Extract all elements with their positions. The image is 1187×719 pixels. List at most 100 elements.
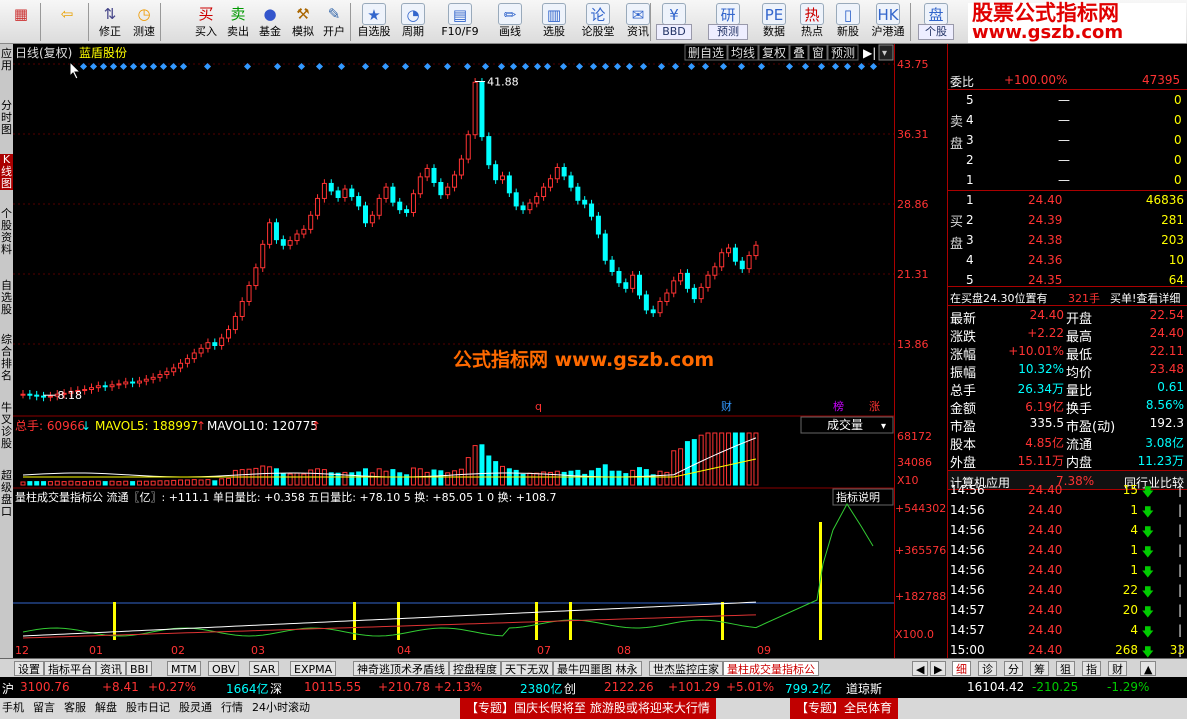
bottom-link-6[interactable]: 行情	[221, 700, 243, 716]
volume-bar	[68, 480, 74, 486]
money-icon: ¥	[662, 3, 686, 25]
toolbar-button-7[interactable]: ⚒ 模拟	[288, 1, 318, 43]
indicator-tab-3[interactable]: BBI	[126, 661, 153, 676]
toolbar-button-17[interactable]: BBD	[656, 23, 692, 43]
big-order-notice[interactable]: 在买盘24.30位置有 321手 买单!查看详细	[948, 286, 1187, 306]
side-tab-7[interactable]: 超级盘口	[0, 470, 13, 518]
toolbar-button-5[interactable]: 卖卖出	[224, 1, 252, 43]
indicator-tab-7[interactable]: EXPMA	[290, 661, 337, 676]
side-tab-1[interactable]: 分时图	[0, 100, 13, 136]
toolbar-button-4[interactable]: 买买入	[192, 1, 220, 43]
toolbar-button-9[interactable]: ★ 自选股	[354, 1, 394, 43]
volume-bar	[123, 480, 129, 486]
kline-chart-area[interactable]: 日线(复权) 蓝盾股份 删自选 均线 复权叠窗预测 ▶| ▾ 41.88 8.18 公式指标网 w…	[13, 44, 894, 658]
side-tab-3[interactable]: 个股资料	[0, 208, 13, 256]
bottom-link-7[interactable]: 24小时滚动	[252, 700, 310, 716]
tick-time: 14:56	[950, 503, 985, 517]
toolbar-button-22[interactable]: ▯ 新股	[830, 1, 866, 43]
indicator-tab-2[interactable]: 资讯	[96, 661, 126, 676]
news-banner-1[interactable]: 【专题】全民体育	[790, 698, 899, 719]
tick-row: 14:56 24.40 15 🡇 |	[948, 480, 1187, 500]
panel-tab-6[interactable]: 财	[1108, 661, 1127, 676]
toolbar-button-13[interactable]: ▥ 选股	[536, 1, 572, 43]
volume-bar	[500, 465, 505, 486]
panel-tab-3[interactable]: 筹	[1030, 661, 1049, 676]
indicator-tab-6[interactable]: SAR	[249, 661, 280, 676]
side-tab-0[interactable]: 应用	[0, 48, 13, 72]
tick-price: 24.40	[1028, 543, 1063, 557]
indicator-tab-0[interactable]: 设置	[14, 661, 44, 676]
tab-scroll-right-button[interactable]: ▶	[930, 661, 947, 676]
toolbar-button-14[interactable]: 论论股堂	[576, 1, 620, 43]
indicator-tabs: 设置 指标平台 资讯 BBI MTM OBV SAR EXPMA 神奇逃顶术矛盾线 控盘程度 天下无…	[0, 658, 1187, 677]
bottom-link-2[interactable]: 客服	[64, 700, 86, 716]
indicator-tab-4[interactable]: MTM	[167, 661, 201, 676]
indicator-tab-12[interactable]: 世杰监控庄家	[649, 661, 723, 676]
notice-link: 买单!查看详细	[1110, 292, 1181, 305]
bottom-link-5[interactable]: 股灵通	[179, 700, 212, 716]
news-banner-0[interactable]: 【专题】国庆长假将至 旅游股或将迎来大行情	[460, 698, 716, 719]
toolbar-button-23[interactable]: HK 沪港通	[866, 1, 910, 43]
candle-body	[376, 197, 382, 216]
candle-body	[595, 215, 601, 235]
panel-tab-5[interactable]: 指	[1082, 661, 1101, 676]
volume-bar	[438, 470, 444, 486]
tick-time: 14:56	[950, 583, 985, 597]
star-folder-icon: ★	[362, 3, 386, 25]
toolbar-button-12[interactable]: ✏ 画线	[490, 1, 530, 43]
indicator-tab-10[interactable]: 天下无双	[501, 661, 553, 676]
side-tab-4[interactable]: 自选股	[0, 280, 13, 316]
candle-body	[136, 380, 142, 384]
panel-menu-button[interactable]: ▲	[1140, 661, 1157, 676]
toolbar-button-10[interactable]: ◔ 周期	[396, 1, 430, 43]
indicator-axis-label: X100.0	[895, 628, 935, 641]
bottom-link-4[interactable]: 股市日记	[126, 700, 170, 716]
bottom-link-0[interactable]: 手机	[2, 700, 24, 716]
hammer-icon: ⚒	[296, 5, 310, 23]
indicator-tab-8[interactable]: 神奇逃顶术矛盾线	[353, 661, 449, 676]
panel-tab-4[interactable]: 狙	[1056, 661, 1075, 676]
indicator-help-label: 指标说明	[836, 490, 880, 504]
tick-row: 14:56 24.40 1 🡇 |	[948, 540, 1187, 560]
bottom-link-3[interactable]: 解盘	[95, 700, 117, 716]
panel-tab-1[interactable]: 诊	[978, 661, 997, 676]
toolbar-label: 画线	[499, 25, 521, 38]
hot-icon: 热	[800, 3, 824, 25]
volume-axis-label: 68172	[897, 430, 932, 443]
volume-bar	[20, 481, 26, 486]
brand-url: www.gszb.com	[972, 22, 1124, 43]
stat-value: 15.11万	[1017, 454, 1064, 468]
toolbar-button-8[interactable]: ✎ 开户	[318, 1, 350, 43]
toolbar-separator	[40, 3, 41, 41]
toolbar-button-21[interactable]: 热热点	[794, 1, 830, 43]
indicator-tab-1[interactable]: 指标平台	[44, 661, 96, 676]
fund-icon: ●	[263, 5, 277, 23]
toolbar-button-3[interactable]: ◷ 测速	[128, 1, 160, 43]
toolbar-button-2[interactable]: ⇅ 修正	[92, 1, 128, 43]
toolbar-button-19[interactable]: 预测	[708, 23, 748, 43]
volume-bar	[623, 473, 629, 486]
side-tab-6[interactable]: 牛叉诊股	[0, 402, 13, 450]
bottom-link-1[interactable]: 留言	[33, 700, 55, 716]
toolbar-button-6[interactable]: ● 基金	[256, 1, 284, 43]
toolbar-button-25[interactable]: 个股	[918, 23, 954, 43]
toolbar-button-11[interactable]: ▤ F10/F9	[438, 1, 482, 43]
low-price-label: 8.18	[58, 389, 83, 402]
stat-row: 外盘 15.11万 内盘 11.23万	[948, 450, 1187, 471]
volume-bar	[89, 480, 94, 486]
volume-axis-label: X10	[897, 474, 919, 487]
grid-button[interactable]: ▦	[3, 1, 39, 43]
tab-scroll-left-button[interactable]: ◀	[912, 661, 929, 676]
toolbar-button-20[interactable]: PE 数据	[754, 1, 794, 43]
indicator-tab-13[interactable]: 量柱成交量指标公	[723, 661, 819, 676]
panel-tab-0[interactable]: 细	[952, 661, 971, 676]
side-tab-2[interactable]: K线图	[0, 154, 13, 190]
indicator-tab-9[interactable]: 控盘程度	[449, 661, 501, 676]
tick-price: 24.40	[1028, 563, 1063, 577]
panel-tab-2[interactable]: 分	[1004, 661, 1023, 676]
indicator-tab-11[interactable]: 最牛四噩图 林永	[553, 661, 642, 676]
back-arrow-button[interactable]: ⇦	[48, 1, 86, 43]
side-tab-5[interactable]: 综合排名	[0, 334, 13, 382]
indicator-tab-5[interactable]: OBV	[208, 661, 240, 676]
candle-body	[89, 387, 94, 391]
